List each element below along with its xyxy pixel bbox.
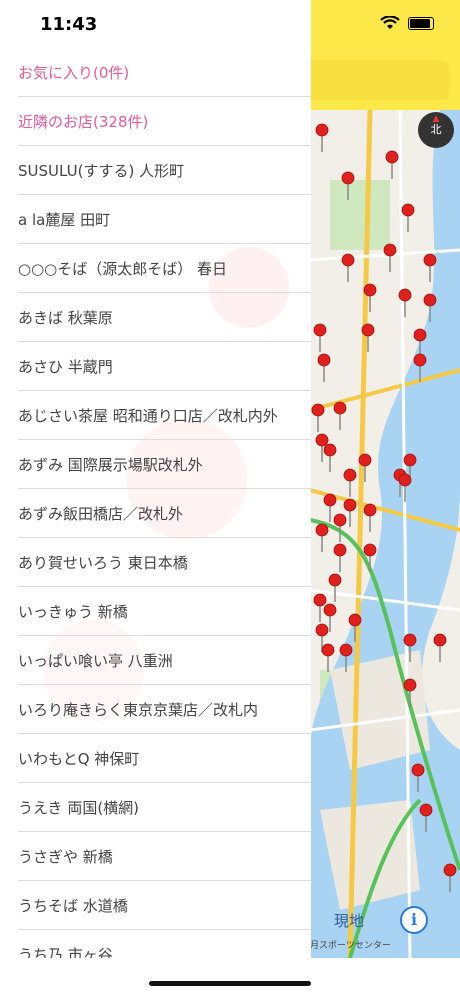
divider [18, 390, 311, 391]
store-list-item[interactable]: あじさい茶屋 昭和通り口店／改札内外 [0, 392, 311, 440]
store-list-item[interactable]: ○○○そば（源太郎そば） 春日 [0, 245, 311, 293]
store-name: いわもとQ 神保町 [18, 750, 140, 768]
divider [18, 243, 311, 244]
store-name: あきば 秋葉原 [18, 309, 113, 327]
store-name: ○○○そば（源太郎そば） 春日 [18, 260, 228, 278]
store-name: うさぎや 新橋 [18, 848, 113, 866]
map-search-bar[interactable] [310, 60, 450, 100]
nearby-stores-label: 近隣のお店(328件) [18, 113, 149, 131]
home-indicator[interactable] [149, 981, 311, 986]
status-bar: 11:43 [0, 0, 460, 50]
store-list-item[interactable]: あきば 秋葉原 [0, 294, 311, 342]
store-list-item[interactable]: あさひ 半蔵門 [0, 343, 311, 391]
store-list-item[interactable]: いろり庵きらく東京京葉店／改札内 [0, 686, 311, 734]
store-list-item[interactable]: SUSULU(すする) 人形町 [0, 147, 311, 195]
battery-icon [408, 16, 434, 30]
store-list-panel: お気に入り(0件) 近隣のお店(328件) SUSULU(すする) 人形町 a l… [0, 0, 311, 958]
store-list-item[interactable]: a la麓屋 田町 [0, 196, 311, 244]
divider [18, 292, 311, 293]
store-name: うち乃 市ヶ谷 [18, 946, 113, 958]
current-location-button[interactable]: 現地 [334, 910, 364, 931]
store-name: あり賀せいろう 東日本橋 [18, 554, 188, 572]
store-name: いっぱい喰い亭 八重洲 [18, 652, 173, 670]
divider [18, 782, 311, 783]
wifi-icon [380, 16, 400, 29]
store-list-item[interactable]: いっぱい喰い亭 八重洲 [0, 637, 311, 685]
store-list-item[interactable]: いっきゅう 新橋 [0, 588, 311, 636]
divider [18, 733, 311, 734]
divider [18, 586, 311, 587]
nearby-stores-item[interactable]: 近隣のお店(328件) [0, 98, 311, 146]
store-name: いっきゅう 新橋 [18, 603, 128, 621]
store-name: a la麓屋 田町 [18, 211, 111, 229]
store-name: あずみ飯田橋店／改札外 [18, 505, 184, 523]
store-list-item[interactable]: いわもとQ 神保町 [0, 735, 311, 783]
divider [18, 831, 311, 832]
divider [18, 341, 311, 342]
divider [18, 488, 311, 489]
favorites-item[interactable]: お気に入り(0件) [0, 49, 311, 97]
store-name: あずみ 国際展示場駅改札外 [18, 456, 203, 474]
favorites-label: お気に入り(0件) [18, 64, 130, 82]
divider [18, 537, 311, 538]
store-name: うちそば 水道橋 [18, 897, 128, 915]
info-icon[interactable]: i [400, 906, 428, 934]
divider [18, 439, 311, 440]
status-icons [380, 16, 434, 30]
store-list-item[interactable]: うさぎや 新橋 [0, 833, 311, 881]
status-time: 11:43 [40, 14, 98, 35]
map-label-sports-center: 月スポーツセンター [310, 941, 391, 951]
store-name: あじさい茶屋 昭和通り口店／改札内外 [18, 407, 278, 425]
store-list-item[interactable]: あずみ飯田橋店／改札外 [0, 490, 311, 538]
store-list-item[interactable]: うち乃 市ヶ谷 [0, 931, 311, 958]
divider [18, 635, 311, 636]
divider [18, 880, 311, 881]
store-list-item[interactable]: あずみ 国際展示場駅改札外 [0, 441, 311, 489]
divider [18, 684, 311, 685]
store-name: いろり庵きらく東京京葉店／改札内 [18, 701, 259, 719]
map-view[interactable] [310, 110, 460, 958]
store-name: あさひ 半蔵門 [18, 358, 113, 376]
store-name: うえき 両国(横網) [18, 799, 140, 817]
store-list-item[interactable]: あり賀せいろう 東日本橋 [0, 539, 311, 587]
store-list-item[interactable]: うちそば 水道橋 [0, 882, 311, 930]
store-name: SUSULU(すする) 人形町 [18, 162, 185, 180]
compass-icon[interactable]: ▲ 北 [418, 112, 454, 148]
bottom-safe-area [0, 958, 460, 996]
store-list-item[interactable]: うえき 両国(横網) [0, 784, 311, 832]
divider [18, 96, 311, 97]
divider [18, 194, 311, 195]
map-area[interactable]: ▲ 北 現地 i 月スポーツセンター [310, 0, 460, 958]
divider [18, 145, 311, 146]
divider [18, 929, 311, 930]
compass-label: 北 [430, 123, 442, 136]
